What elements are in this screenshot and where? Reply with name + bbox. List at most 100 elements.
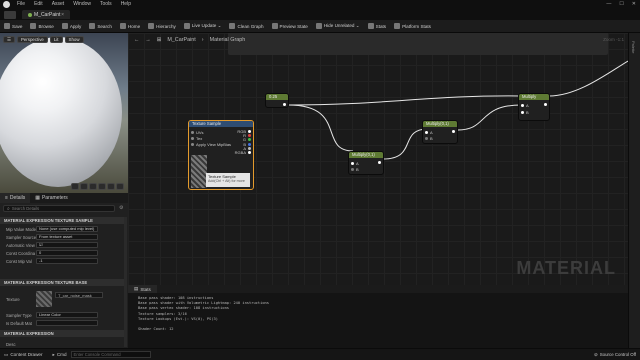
input-pin[interactable]: [191, 142, 194, 146]
toolbar-hide-unrelated-button[interactable]: Hide Unrelated ⌄: [315, 23, 360, 29]
lit-button[interactable]: Lit: [49, 36, 63, 43]
property-label: Const Mip Val: [6, 258, 32, 264]
multiply-1-output-pin[interactable]: [378, 161, 381, 164]
multiply-1-input-a-pin[interactable]: [351, 162, 354, 165]
preview-viewport[interactable]: ☰ Perspective Lit Show: [0, 33, 128, 193]
plane-preview-icon[interactable]: [89, 183, 97, 190]
perspective-button[interactable]: Perspective: [16, 36, 48, 43]
details-scrollbar[interactable]: [124, 217, 127, 347]
teapot-preview-icon[interactable]: [116, 183, 124, 190]
sphere-preview-icon[interactable]: [80, 183, 88, 190]
output-pin[interactable]: [248, 146, 251, 150]
menu-edit[interactable]: Edit: [34, 1, 43, 7]
close-window-icon[interactable]: ✕: [632, 1, 636, 7]
toolbar-home-button[interactable]: Home: [119, 23, 140, 29]
menu-help[interactable]: Help: [121, 1, 131, 7]
texture-property-row: Texture T_car_noise_mask: [0, 289, 124, 309]
tab-details[interactable]: ≡ Details: [0, 193, 31, 203]
multiply-1-input-b-pin[interactable]: [351, 168, 354, 171]
property-value-field[interactable]: [36, 320, 98, 326]
property-value-field[interactable]: None (use computed mip level): [36, 226, 98, 232]
multiply-2-input-a-pin[interactable]: [425, 131, 428, 134]
maximize-icon[interactable]: ☐: [619, 1, 623, 7]
input-pin[interactable]: [191, 136, 194, 140]
details-search-input[interactable]: ⌕ Search Details: [3, 205, 115, 212]
output-pin[interactable]: [248, 151, 251, 155]
toolbar-platform-stats-button[interactable]: Platform Stats: [394, 23, 431, 29]
node-multiply-3-title: Multiply: [519, 94, 549, 100]
cube-preview-icon[interactable]: [98, 183, 106, 190]
toolbar-apply-button[interactable]: Apply: [61, 23, 81, 29]
output-pin[interactable]: [248, 129, 251, 133]
node-constant[interactable]: 0.25: [265, 93, 289, 108]
output-pin[interactable]: [248, 142, 251, 146]
node-texture-sample[interactable]: Texture Sample UVs Tex Apply View MipBias …: [188, 120, 254, 190]
menu-tools[interactable]: Tools: [100, 1, 112, 7]
cylinder-preview-icon[interactable]: [71, 183, 79, 190]
details-settings-icon[interactable]: ⚙: [119, 205, 123, 211]
toolbar-preview-state-button[interactable]: Preview State: [271, 23, 308, 29]
property-value-field[interactable]: -1: [36, 258, 98, 264]
content-drawer-button[interactable]: ▭ Content Drawer: [4, 352, 43, 358]
toolbar-search-button[interactable]: Search: [89, 23, 112, 29]
multiply-3-output-pin[interactable]: [544, 103, 547, 106]
toolbar-stats-button[interactable]: Stats: [367, 23, 386, 29]
section-texture-base[interactable]: MATERIAL EXPRESSION TEXTURE BASE: [0, 279, 124, 286]
toolbar-hierarchy-button[interactable]: Hierarchy: [148, 23, 176, 29]
node-multiply-3[interactable]: Multiply A B: [518, 93, 550, 121]
section-texture-sample[interactable]: MATERIAL EXPRESSION TEXTURE SAMPLE: [0, 217, 124, 224]
multiply-3-a-label: A: [526, 103, 529, 108]
breadcrumb-root[interactable]: M_CarPaint: [167, 37, 195, 43]
toolbar-clean-graph-button[interactable]: Clean Graph: [229, 23, 264, 29]
toolbar-label: Platform Stats: [402, 23, 431, 29]
menu-asset[interactable]: Asset: [52, 1, 65, 7]
tab-parameters[interactable]: ▦ Parameters: [30, 193, 73, 203]
node-multiply-1[interactable]: Multiply(0,1) A B: [348, 151, 384, 175]
cmd-button[interactable]: ▸ Cmd: [53, 352, 67, 358]
back-arrow-icon[interactable]: ←: [134, 37, 139, 43]
show-button[interactable]: Show: [64, 36, 84, 43]
node-constant-output-pin[interactable]: [283, 103, 286, 106]
tab-close-icon[interactable]: ×: [61, 12, 64, 18]
preview-state-icon: [271, 23, 278, 29]
node-multiply-2[interactable]: Multiply(0,1) A B: [422, 120, 458, 144]
breadcrumb-leaf[interactable]: Material Graph: [210, 37, 246, 43]
tab-stats[interactable]: ▤ Stats: [128, 285, 157, 293]
tab-m-carpaint[interactable]: M_CarPaint ×: [22, 10, 70, 19]
stats-tab-label: Stats: [140, 286, 151, 292]
material-graph[interactable]: ← → ⊞ M_CarPaint › Material Graph Zoom -…: [128, 33, 628, 285]
toolbar-browse-button[interactable]: Browse: [30, 23, 54, 29]
output-pin[interactable]: [248, 138, 251, 142]
property-value-field[interactable]: Linear Color: [36, 312, 98, 318]
texture-input-pin-row[interactable]: Apply View MipBias: [191, 141, 231, 147]
menu-file[interactable]: File: [17, 1, 25, 7]
palette-side-tab[interactable]: Palette: [628, 33, 640, 348]
multiply-3-input-a-pin[interactable]: [521, 104, 524, 107]
minimize-icon[interactable]: —: [606, 1, 611, 7]
texture-thumbnail[interactable]: [36, 291, 52, 307]
multiply-2-input-b-pin[interactable]: [425, 137, 428, 140]
source-control-button[interactable]: ⊘ Source Control Off: [594, 352, 636, 358]
section-material-expression[interactable]: MATERIAL EXPRESSION: [0, 330, 124, 337]
forward-arrow-icon[interactable]: →: [145, 37, 150, 43]
toolbar-save-button[interactable]: Save: [4, 23, 22, 29]
multiply-2-output-pin[interactable]: [452, 130, 455, 133]
grid-icon[interactable]: ⊞: [157, 37, 162, 43]
result-node-body[interactable]: [228, 33, 608, 55]
input-pin[interactable]: [191, 130, 194, 134]
property-value-field[interactable]: From texture asset: [36, 234, 98, 240]
property-value-field[interactable]: ☑: [36, 242, 98, 248]
output-pin[interactable]: [248, 133, 251, 137]
menu-window[interactable]: Window: [73, 1, 91, 7]
texture-asset-picker[interactable]: T_car_noise_mask: [55, 292, 103, 298]
desc-label: Desc: [6, 341, 16, 347]
texture-output-pin-row[interactable]: RGBA: [235, 150, 251, 155]
console-command-input[interactable]: Enter Console Command: [70, 351, 151, 358]
mesh-preview-icon[interactable]: [107, 183, 115, 190]
multiply-3-input-b-pin[interactable]: [521, 111, 524, 114]
viewport-menu-button[interactable]: ☰: [3, 36, 15, 43]
palette-tab-label[interactable]: Palette: [631, 41, 636, 53]
toolbar-live-update-button[interactable]: Live Update ⌄: [183, 23, 221, 29]
property-value-field[interactable]: 0: [36, 250, 98, 256]
texture-sample-properties: Mip Value Mode None (use computed mip lev…: [0, 225, 124, 265]
